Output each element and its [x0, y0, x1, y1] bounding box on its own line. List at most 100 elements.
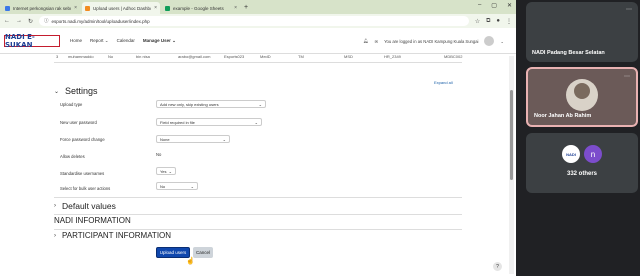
force-password-change-value: None — [160, 136, 170, 142]
bulk-user-actions-label: Select for bulk user actions — [60, 186, 111, 191]
chevron-down-icon: ⌄ — [190, 183, 194, 189]
divider — [54, 197, 462, 198]
chevron-right-icon: › — [54, 203, 56, 209]
others-avatar-initial: n — [584, 145, 602, 163]
more-options-icon[interactable]: ⋯ — [626, 6, 632, 13]
new-user-password-select[interactable]: Field required in file ⌄ — [156, 118, 262, 126]
avatar[interactable] — [484, 36, 495, 46]
settings-header[interactable]: ⌄ Settings — [54, 86, 98, 96]
new-user-password-value: Field required in file — [160, 119, 195, 125]
others-count: 332 others — [566, 171, 597, 177]
close-icon[interactable]: × — [234, 5, 237, 11]
close-icon[interactable]: × — [154, 5, 157, 11]
chevron-down-icon: ⌄ — [172, 37, 176, 43]
chevron-down-icon: ⌄ — [222, 136, 226, 142]
reload-icon[interactable]: ↻ — [28, 18, 33, 25]
others-tile[interactable]: NADI n 332 others — [526, 133, 638, 193]
tab-internet[interactable]: Internet perkongsian rak sebut × — [2, 2, 80, 14]
expand-all-link[interactable]: Expand all — [434, 80, 453, 85]
force-password-change-select[interactable]: None ⌄ — [156, 135, 230, 143]
upload-users-button[interactable]: Upload users — [156, 247, 190, 258]
upload-type-select[interactable]: Add new only, skip existing users ⌄ — [156, 100, 266, 108]
menu-dots-icon[interactable]: ⋮ — [506, 18, 512, 25]
help-icon[interactable]: ? — [493, 262, 502, 271]
site-logo[interactable]: NADI E-SUKAN — [4, 33, 60, 49]
standardise-usernames-select[interactable]: Yes ⌄ — [156, 167, 176, 175]
menu-report-label: Report — [90, 37, 104, 43]
table-cell: bin nisa — [136, 54, 150, 59]
tab-favicon-icon — [5, 5, 10, 11]
menu-report[interactable]: Report ⌄ — [90, 38, 109, 44]
user-area: 🔔︎ ✉ You are logged in as NADI Kampung K… — [363, 36, 504, 46]
back-icon[interactable]: ← — [4, 18, 10, 24]
table-cell: No — [108, 54, 114, 59]
others-avatar-logo: NADI — [562, 145, 580, 163]
close-window-icon[interactable]: ✕ — [507, 2, 512, 9]
menu-calendar[interactable]: Calendar — [117, 38, 135, 43]
chevron-down-icon: ⌄ — [258, 101, 262, 107]
participant-tile-active[interactable]: ⋯ Noor Jahan Ab Rahim — [526, 67, 638, 127]
participant-name: Noor Jahan Ab Rahim — [534, 113, 592, 119]
url-text: esports.nadi.my/admin/tool/uploaduser/in… — [51, 18, 150, 24]
participant-photo-figure — [574, 83, 590, 99]
forward-icon[interactable]: → — [16, 18, 22, 24]
menu-manage-user[interactable]: Manage User ⌄ — [143, 38, 176, 44]
chevron-right-icon: › — [54, 232, 56, 239]
table-cell: Esports023 — [224, 54, 245, 59]
more-options-icon[interactable]: ⋯ — [624, 73, 630, 80]
upload-type-value: Add new only, skip existing users — [160, 101, 219, 107]
main-menu: Home Report ⌄ Calendar Manage User ⌄ — [70, 38, 176, 44]
site-navbar: NADI E-SUKAN Home Report ⌄ Calendar Mana… — [0, 28, 516, 54]
bulk-user-actions-value: No — [160, 183, 166, 189]
allow-deletes-value: No — [156, 152, 162, 157]
standardise-usernames-value: Yes — [160, 168, 167, 174]
tab-google-sheets[interactable]: example - Google Sheets × — [162, 2, 240, 14]
participant-information-header[interactable]: › PARTICIPANT INFORMATION — [54, 231, 171, 240]
tab-label: Internet perkongsian rak sebut — [13, 5, 72, 11]
default-values-header[interactable]: › Default values — [54, 201, 116, 211]
table-cell: MedD — [260, 54, 271, 59]
bulk-user-actions-select[interactable]: No ⌄ — [156, 182, 198, 190]
site-info-icon[interactable]: ⓘ — [44, 18, 49, 24]
tab-upload-users[interactable]: Upload users | Adhoc Dashboard× — [82, 2, 160, 14]
menu-manage-user-label: Manage User — [142, 37, 171, 43]
allow-deletes-label: Allow deletes — [60, 154, 85, 159]
chevron-down-icon[interactable]: ⌄ — [500, 39, 504, 44]
close-icon[interactable]: × — [74, 5, 77, 11]
cancel-button[interactable]: Cancel — [193, 247, 213, 258]
table-cell: TM — [298, 54, 304, 59]
chevron-down-icon: ⌄ — [104, 37, 109, 43]
participant-tile[interactable]: ⋯ NADI Padang Besar Selatan — [526, 2, 638, 62]
menu-home[interactable]: Home — [70, 38, 82, 43]
tab-favicon-icon — [85, 5, 90, 11]
address-bar: ← → ↻ ⓘ esports.nadi.my/admin/tool/upload… — [0, 14, 516, 28]
table-cell: MSD — [344, 54, 353, 59]
notification-icon[interactable]: 🔔︎ — [363, 38, 368, 44]
scrollbar-thumb[interactable] — [510, 90, 513, 180]
minimize-icon[interactable]: – — [478, 2, 481, 9]
nadi-information-header[interactable]: NADI INFORMATION — [54, 216, 131, 225]
extensions-icon[interactable]: ⧉ — [486, 18, 490, 25]
upload-type-label: Upload type — [60, 102, 83, 107]
login-info: You are logged in as NADI Kampung Kuala … — [384, 38, 479, 44]
message-icon[interactable]: ✉ — [375, 39, 379, 44]
participant-information-title: PARTICIPANT INFORMATION — [62, 231, 172, 240]
new-tab-icon[interactable]: + — [244, 4, 248, 11]
maximize-icon[interactable]: ▢ — [491, 2, 497, 9]
settings-title: Settings — [65, 86, 98, 96]
table-row: 3 muhammaddo No bin nisa arabo@gmail.com… — [54, 54, 462, 61]
cursor-icon: ☝ — [186, 258, 195, 265]
page-content: 3 muhammaddo No bin nisa arabo@gmail.com… — [0, 54, 516, 276]
table-cell: muhammaddo — [68, 54, 94, 59]
chevron-down-icon: ⌄ — [254, 119, 258, 125]
url-field[interactable]: ⓘ esports.nadi.my/admin/tool/uploaduser/i… — [39, 16, 469, 26]
table-cell: MDBC002 — [444, 54, 463, 59]
new-user-password-label: New user password — [60, 120, 97, 125]
meet-participants-panel: ⋯ NADI Padang Besar Selatan ⋯ Noor Jahan… — [516, 0, 640, 276]
browser-window: Internet perkongsian rak sebut × Upload u… — [0, 0, 516, 276]
profile-icon[interactable]: ● — [496, 18, 500, 25]
participant-name: NADI Padang Besar Selatan — [532, 50, 605, 56]
force-password-change-label: Force password change — [60, 137, 105, 142]
star-icon[interactable]: ☆ — [475, 18, 480, 25]
browser-tools: ☆ ⧉ ● ⋮ — [475, 18, 512, 25]
